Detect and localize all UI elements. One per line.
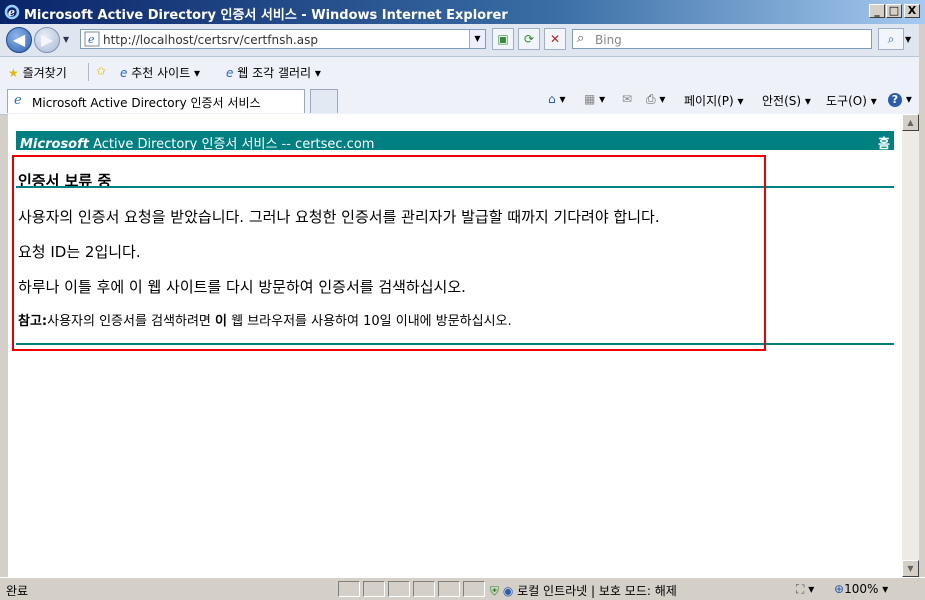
protected-mode-icon: ⛨ [490,584,500,598]
add-favorites-button[interactable]: ✩ [96,64,106,78]
refresh-icon: ⟳ [523,32,535,46]
read-mail-button[interactable]: ✉ [622,92,632,106]
page-content: Microsoft Active Directory 인증서 서비스 -- ce… [8,114,902,577]
rss-icon: ▦ [584,92,596,106]
page-header-bar: Microsoft Active Directory 인증서 서비스 -- ce… [16,131,894,152]
feeds-button[interactable]: ▦ ▾ [584,92,605,106]
ie-logo-icon: e [4,4,20,20]
history-dropdown-icon[interactable]: ▼ [63,35,69,44]
tab-label: Microsoft Active Directory 인증서 서비스 [32,96,261,110]
forward-arrow-icon: ▶ [40,30,54,49]
forward-button[interactable]: ▶ [34,27,60,53]
mail-icon: ✉ [622,92,633,106]
favorites-button[interactable]: ★ 즐겨찾기 [8,64,67,81]
stop-button[interactable]: ✕ [544,28,566,50]
status-pane [438,581,460,597]
safety-menu[interactable]: 안전(S) ▾ [762,92,811,109]
home-link[interactable]: 홈 [878,133,890,152]
search-button[interactable]: ⌕ [878,28,904,50]
ie-page-icon: e [226,66,234,80]
tools-menu[interactable]: 도구(O) ▾ [826,92,877,109]
tab-active[interactable]: e Microsoft Active Directory 인증서 서비스 [7,89,305,113]
compat-view-icon: ▣ [497,32,509,46]
svg-text:e: e [88,33,95,46]
status-pane [413,581,435,597]
add-favorite-icon: ✩ [96,64,107,78]
new-tab-button[interactable] [310,89,338,113]
search-placeholder: Bing [595,33,622,47]
compatibility-view-button[interactable]: ▣ [492,28,514,50]
page-menu[interactable]: 페이지(P) ▾ [684,92,744,109]
vertical-scrollbar[interactable]: ▲ ▼ [902,114,919,577]
close-button[interactable]: X [904,4,920,18]
status-pane [388,581,410,597]
favorite-link-suggested-sites[interactable]: e 추천 사이트 ▾ [120,64,200,81]
highlight-annotation-box [12,155,766,351]
toolbar-separator [88,63,89,81]
intranet-icon: ◉ [502,584,514,598]
back-arrow-icon: ◀ [12,30,26,49]
zoom-icon: ⊕ [834,582,845,596]
security-zone[interactable]: ⛨ ◉ 로컬 인트라넷 | 보호 모드: 해제 [490,582,677,599]
help-button[interactable]: ? ▾ [888,92,912,107]
printer-icon: ⎙ [646,92,656,106]
address-dropdown-icon[interactable]: ▼ [469,30,485,48]
ie-page-icon: e [120,66,128,80]
search-engine-icon: ⌕ [577,31,585,46]
address-toolbar: ◀ ▶ ▼ e http://localhost/certsrv/certfns… [0,24,925,57]
window-title: Microsoft Active Directory 인증서 서비스 - Win… [24,8,508,23]
window-title-bar[interactable]: e Microsoft Active Directory 인증서 서비스 - W… [0,0,925,24]
favorites-star-icon: ★ [8,66,19,80]
scroll-down-button[interactable]: ▼ [902,560,919,577]
search-icon: ⌕ [887,32,895,46]
status-bar: 완료 ⛨ ◉ 로컬 인트라넷 | 보호 모드: 해제 ⛶ ▾ ⊕100% ▾ [0,577,925,600]
address-url: http://localhost/certsrv/certfnsh.asp [103,33,318,47]
popup-icon: ⛶ [796,582,805,596]
minimize-button[interactable]: _ [869,4,885,18]
svg-text:e: e [8,6,15,19]
status-pane [463,581,485,597]
page-brand: Microsoft Active Directory 인증서 서비스 -- ce… [20,137,375,152]
popup-blocker-button[interactable]: ⛶ ▾ [796,582,814,597]
home-icon: ⌂ [548,92,556,106]
back-button[interactable]: ◀ [6,27,32,53]
help-icon: ? [888,93,902,107]
status-pane [338,581,360,597]
window-border [919,24,925,599]
search-options-icon[interactable]: ▼ [905,35,911,44]
address-bar[interactable]: e http://localhost/certsrv/certfnsh.asp … [80,29,486,49]
refresh-button[interactable]: ⟳ [518,28,540,50]
home-button[interactable]: ⌂ ▾ [548,92,565,106]
favorite-link-web-slice-gallery[interactable]: e 웹 조각 갤러리 ▾ [226,64,321,81]
search-input[interactable]: ⌕ Bing [572,29,872,49]
status-text: 완료 [6,584,29,598]
tab-ie-icon: e [14,93,22,108]
favorites-bar: ★ 즐겨찾기 ✩ e 추천 사이트 ▾ e 웹 조각 갤러리 ▾ [0,57,925,86]
zoom-button[interactable]: ⊕100% ▾ [834,582,888,596]
page-ie-icon: e [84,31,100,47]
maximize-button[interactable]: □ [886,4,902,18]
stop-icon: ✕ [549,32,561,46]
tab-bar: e Microsoft Active Directory 인증서 서비스 ⌂ ▾… [0,86,925,115]
scroll-up-button[interactable]: ▲ [902,114,919,131]
print-button[interactable]: ⎙ ▾ [646,92,665,107]
status-pane [363,581,385,597]
